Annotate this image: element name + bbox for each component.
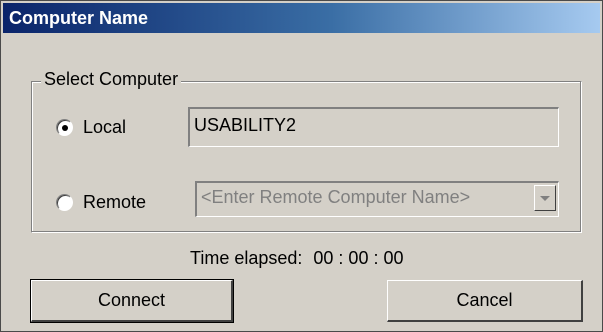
chevron-down-icon <box>540 196 550 201</box>
cancel-button[interactable]: Cancel <box>387 280 583 322</box>
local-computer-name-field: USABILITY2 <box>188 107 559 147</box>
time-elapsed: Time elapsed: 00 : 00 : 00 <box>190 248 403 269</box>
radio-selected-dot <box>62 125 68 131</box>
computer-name-dialog: Computer Name Select Computer Local USAB… <box>0 0 603 332</box>
remote-computer-combo: <Enter Remote Computer Name> <box>195 181 559 217</box>
title-bar[interactable]: Computer Name <box>3 3 600 33</box>
group-label: Select Computer <box>41 69 182 90</box>
window-title: Computer Name <box>9 8 149 28</box>
time-elapsed-value: 00 : 00 : 00 <box>313 248 404 268</box>
time-elapsed-label: Time elapsed: <box>190 248 303 268</box>
local-radio-label[interactable]: Local <box>83 117 126 138</box>
remote-radio-label[interactable]: Remote <box>83 192 146 213</box>
remote-combo-dropdown-button <box>534 185 556 211</box>
local-radio[interactable] <box>56 119 73 136</box>
remote-radio[interactable] <box>56 194 73 211</box>
connect-button[interactable]: Connect <box>30 279 234 323</box>
remote-computer-placeholder: <Enter Remote Computer Name> <box>201 187 471 207</box>
